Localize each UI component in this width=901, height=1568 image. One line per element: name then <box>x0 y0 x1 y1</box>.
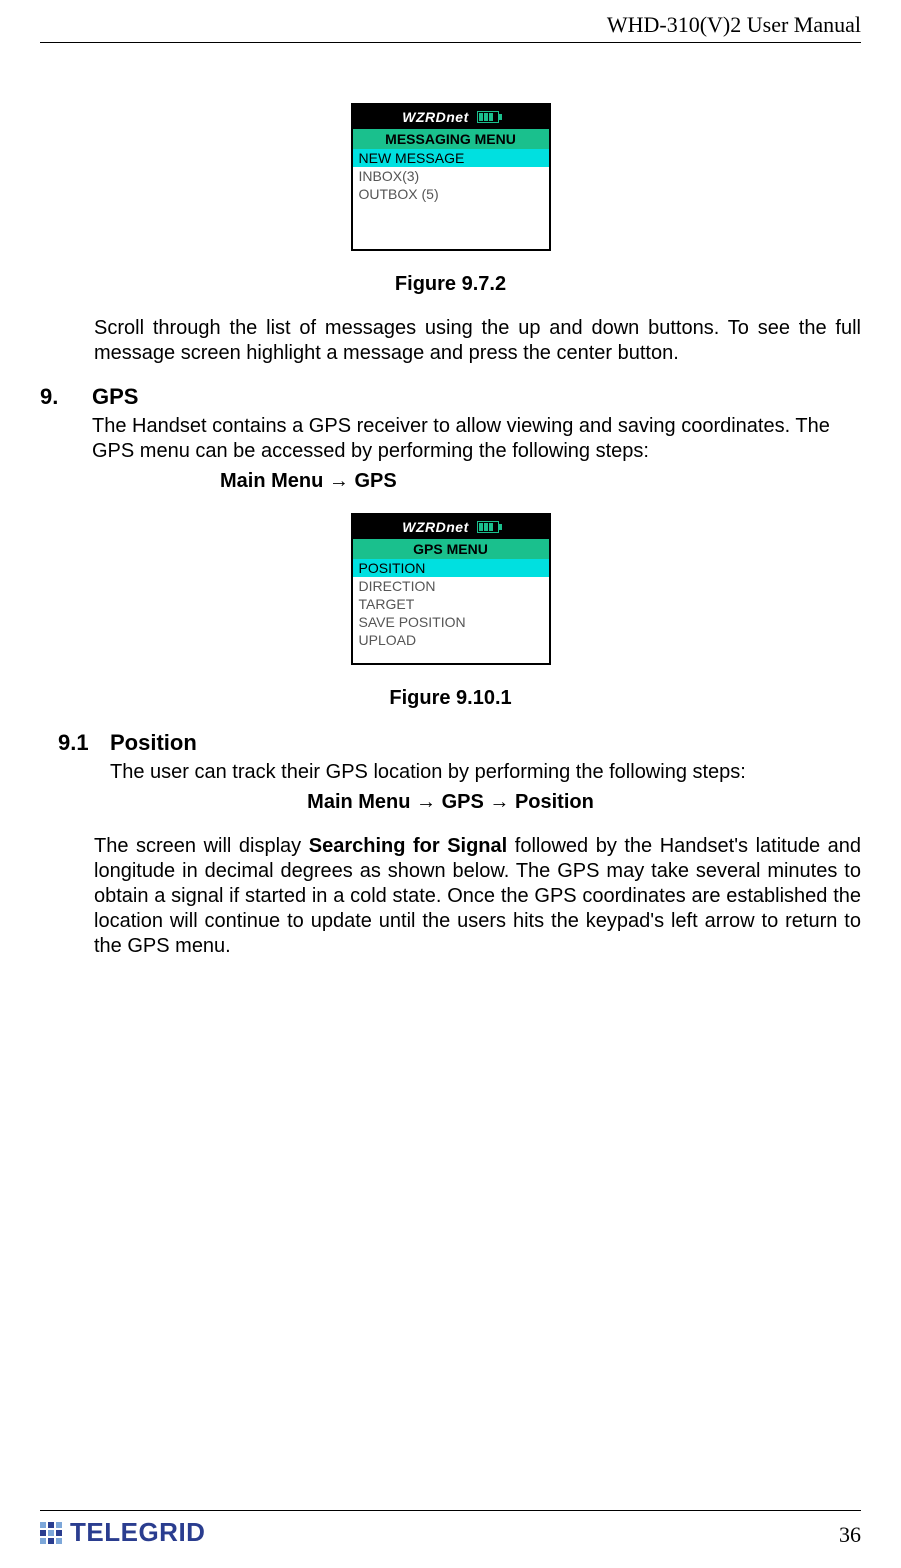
header-rule <box>40 42 861 43</box>
phone-menu-item: INBOX(3) <box>353 167 549 185</box>
page-number: 36 <box>839 1522 861 1548</box>
figure-caption: Figure 9.10.1 <box>40 687 861 710</box>
phone-padding <box>353 649 549 661</box>
phone-menu-item: SAVE POSITION <box>353 613 549 631</box>
phone-screenshot-gps: WZRDnet GPS MENU POSITION DIRECTION TARG… <box>351 513 551 665</box>
navigation-path: Main Menu → GPS → Position <box>40 791 861 814</box>
phone-brand: WZRDnet <box>402 519 469 535</box>
phone-menu-item: DIRECTION <box>353 577 549 595</box>
logo-text: TELEGRID <box>70 1517 205 1548</box>
phone-status-bar: WZRDnet <box>353 105 549 129</box>
phone-menu-title: GPS MENU <box>353 539 549 559</box>
section-paragraph: The Handset contains a GPS receiver to a… <box>92 414 861 464</box>
phone-menu-item: OUTBOX (5) <box>353 185 549 203</box>
phone-screenshot-messaging: WZRDnet MESSAGING MENU NEW MESSAGE INBOX… <box>351 103 551 251</box>
phone-status-bar: WZRDnet <box>353 515 549 539</box>
phone-menu-item: TARGET <box>353 595 549 613</box>
text-run: The screen will display <box>94 835 309 857</box>
logo-grid-icon <box>40 1522 62 1544</box>
phone-brand: WZRDnet <box>402 109 469 125</box>
document-header: WHD-310(V)2 User Manual <box>40 12 861 42</box>
phone-menu-title: MESSAGING MENU <box>353 129 549 149</box>
telegrid-logo: TELEGRID <box>40 1517 205 1548</box>
section-heading: 9. GPS The Handset contains a GPS receiv… <box>40 384 861 464</box>
subsection-paragraph: The user can track their GPS location by… <box>110 760 861 785</box>
body-paragraph: Scroll through the list of messages usin… <box>94 316 861 366</box>
page-footer: TELEGRID 36 <box>40 1510 861 1548</box>
navigation-path: Main Menu → GPS <box>220 470 861 493</box>
phone-menu-item: UPLOAD <box>353 631 549 649</box>
section-title: GPS <box>92 384 861 410</box>
figure-caption: Figure 9.7.2 <box>40 273 861 296</box>
phone-menu-item: NEW MESSAGE <box>353 149 549 167</box>
battery-icon <box>477 111 499 123</box>
subsection-number: 9.1 <box>58 730 94 785</box>
battery-icon <box>477 521 499 533</box>
subsection-heading: 9.1 Position The user can track their GP… <box>58 730 861 785</box>
bold-text: Searching for Signal <box>309 835 507 857</box>
footer-rule <box>40 1510 861 1511</box>
phone-menu-item: POSITION <box>353 559 549 577</box>
body-paragraph: The screen will display Searching for Si… <box>94 834 861 959</box>
phone-padding <box>353 203 549 247</box>
subsection-title: Position <box>110 730 861 756</box>
section-number: 9. <box>40 384 76 464</box>
